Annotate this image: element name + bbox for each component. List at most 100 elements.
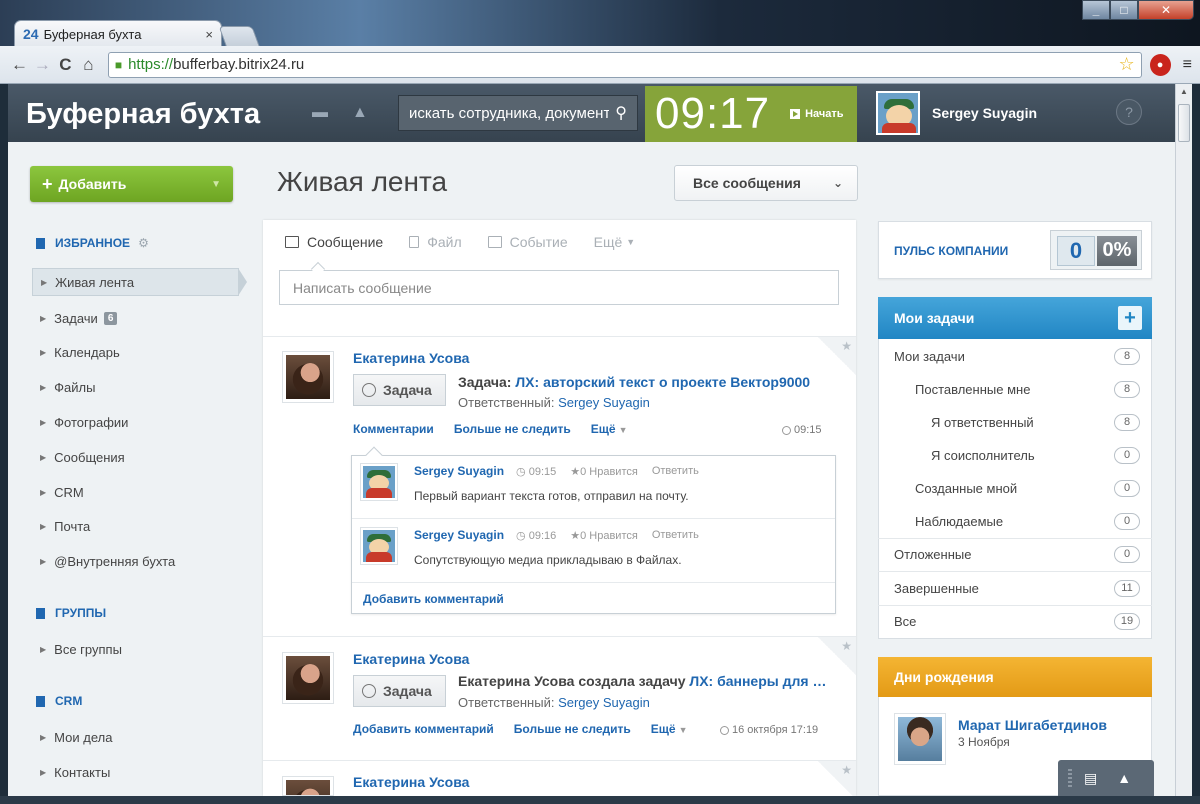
drag-handle[interactable] xyxy=(1068,769,1072,787)
feed-filter-dropdown[interactable]: Все сообщения ⌄ xyxy=(674,165,858,201)
like-button[interactable]: ★0 Нравится xyxy=(570,529,638,542)
post-author[interactable]: Екатерина Усова xyxy=(353,651,469,667)
home-icon[interactable]: ⌂ xyxy=(77,55,100,75)
favorite-star-icon[interactable]: ★ xyxy=(841,339,852,353)
sidebar-item-messages[interactable]: ▶ Сообщения xyxy=(32,443,232,471)
tab-more[interactable]: Ещё ▼ xyxy=(594,234,636,250)
birthday-avatar[interactable] xyxy=(894,713,946,765)
task-chip[interactable]: Задача xyxy=(353,675,446,707)
add-button[interactable]: + Добавить ▼ xyxy=(30,166,233,202)
favorite-star-icon[interactable]: ★ xyxy=(841,763,852,777)
tab-close-icon[interactable]: × xyxy=(205,27,213,42)
scroll-thumb[interactable] xyxy=(1178,104,1190,142)
task-filter-row[interactable]: Наблюдаемые 0 xyxy=(878,505,1152,538)
task-filter-row[interactable]: Мои задачи 8 xyxy=(878,340,1152,373)
task-link[interactable]: ЛХ: баннеры для … xyxy=(689,673,826,689)
chat-icon[interactable]: ▬ xyxy=(312,104,328,122)
groups-title[interactable]: ГРУППЫ xyxy=(36,606,106,620)
more-link[interactable]: Ещё ▼ xyxy=(591,422,628,436)
task-filter-row[interactable]: Все 19 xyxy=(878,605,1152,638)
add-comment-link[interactable]: Добавить комментарий xyxy=(353,722,494,736)
extension-icon[interactable]: ● xyxy=(1149,53,1171,76)
bookmark-star-icon[interactable]: ☆ xyxy=(1118,54,1134,75)
responsible-link[interactable]: Sergey Suyagin xyxy=(558,695,650,710)
comment-avatar[interactable] xyxy=(360,527,398,565)
messenger-bar[interactable]: ▤ ▲ xyxy=(1058,760,1154,796)
comment-avatar[interactable] xyxy=(360,463,398,501)
sidebar-item-contacts[interactable]: ▶ Контакты xyxy=(32,758,232,786)
unfollow-link[interactable]: Больше не следить xyxy=(514,722,631,736)
sidebar-item-photos[interactable]: ▶ Фотографии xyxy=(32,408,232,436)
url-scheme: https:// xyxy=(128,56,174,73)
comment-author[interactable]: Sergey Suyagin xyxy=(414,464,504,478)
vertical-scrollbar[interactable]: ▲ xyxy=(1175,84,1192,796)
post-author[interactable]: Екатерина Усова xyxy=(353,774,469,790)
sidebar-item-tasks[interactable]: ▶ Задачи 6 xyxy=(32,304,232,332)
post-author[interactable]: Екатерина Усова xyxy=(353,350,469,366)
comment-author[interactable]: Sergey Suyagin xyxy=(414,528,504,542)
author-avatar[interactable] xyxy=(282,351,334,403)
reload-icon[interactable]: C xyxy=(54,55,77,75)
maximize-button[interactable]: □ xyxy=(1110,0,1138,20)
task-filter-row[interactable]: Завершенные 11 xyxy=(878,572,1152,605)
task-link[interactable]: ЛХ: авторский текст о проекте Вектор9000 xyxy=(515,374,810,390)
sidebar-item-files[interactable]: ▶ Файлы xyxy=(32,373,232,401)
comments-link[interactable]: Комментарии xyxy=(353,422,434,436)
author-avatar[interactable] xyxy=(282,776,334,796)
reply-link[interactable]: Ответить xyxy=(652,465,699,477)
minimize-button[interactable]: _ xyxy=(1082,0,1110,20)
search-input[interactable]: искать сотрудника, документ ⚲ xyxy=(398,95,638,131)
tab-message[interactable]: Сообщение xyxy=(285,234,383,250)
arrow-right-icon: ▶ xyxy=(40,644,47,654)
add-task-button[interactable]: + xyxy=(1118,306,1142,330)
task-filter-row[interactable]: Я ответственный 8 xyxy=(878,406,1152,439)
birthdays-title[interactable]: Дни рождения xyxy=(878,657,1152,697)
sidebar-item-mail[interactable]: ▶ Почта xyxy=(32,512,232,540)
start-day-button[interactable]: Начать xyxy=(790,108,844,120)
task-filter-row[interactable]: Поставленные мне 8 xyxy=(878,373,1152,406)
sidebar-item-crm[interactable]: ▶ CRM xyxy=(32,478,232,506)
chat-icon[interactable]: ▤ xyxy=(1084,770,1097,787)
unfollow-link[interactable]: Больше не следить xyxy=(454,422,571,436)
portal-title[interactable]: Буферная бухта xyxy=(26,98,284,131)
responsible-link[interactable]: Sergey Suyagin xyxy=(558,395,650,410)
company-pulse[interactable]: ПУЛЬС КОМПАНИИ 0 0% xyxy=(878,221,1152,279)
new-tab-button[interactable] xyxy=(218,26,260,46)
sidebar-item-my-activities[interactable]: ▶ Мои дела xyxy=(32,723,232,751)
sidebar-item-internal-bay[interactable]: ▶ @Внутренняя бухта xyxy=(32,547,232,575)
notification-bell-icon[interactable]: ▲ xyxy=(1117,770,1131,786)
help-icon[interactable]: ? xyxy=(1116,99,1142,125)
sidebar-item-all-groups[interactable]: ▶ Все группы xyxy=(32,635,232,663)
task-filter-row[interactable]: Созданные мной 0 xyxy=(878,472,1152,505)
task-filter-row[interactable]: Отложенные 0 xyxy=(878,538,1152,571)
close-window-button[interactable]: ✕ xyxy=(1138,0,1194,20)
more-link[interactable]: Ещё ▼ xyxy=(651,722,688,736)
chevron-down-icon: ▼ xyxy=(626,237,636,247)
scroll-up-icon[interactable]: ▲ xyxy=(1176,84,1192,100)
back-icon[interactable]: ← xyxy=(8,55,31,75)
crm-title[interactable]: CRM xyxy=(36,694,82,708)
search-icon[interactable]: ⚲ xyxy=(615,103,627,123)
forward-icon[interactable]: → xyxy=(31,55,54,75)
add-comment-link[interactable]: Добавить комментарий xyxy=(363,592,504,606)
user-menu[interactable]: Sergey Suyagin xyxy=(876,91,1037,135)
reply-link[interactable]: Ответить xyxy=(652,529,699,541)
birthday-person[interactable]: Марат Шигабетдинов xyxy=(958,717,1107,733)
tab-file[interactable]: Файл xyxy=(409,234,462,250)
like-button[interactable]: ★0 Нравится xyxy=(570,465,638,478)
task-chip[interactable]: Задача xyxy=(353,374,446,406)
notification-bell-icon[interactable]: ▲ xyxy=(352,104,368,122)
my-tasks-title[interactable]: Мои задачи xyxy=(878,297,1152,339)
browser-menu-icon[interactable]: ≡ xyxy=(1183,56,1192,74)
tab-event[interactable]: Событие xyxy=(487,234,568,250)
sidebar-item-calendar[interactable]: ▶ Календарь xyxy=(32,338,232,366)
browser-tab[interactable]: 24 Буферная бухта × xyxy=(14,20,222,47)
task-filter-row[interactable]: Я соисполнитель 0 xyxy=(878,439,1152,472)
favorite-star-icon[interactable]: ★ xyxy=(841,639,852,653)
sidebar-item-feed[interactable]: ▶ Живая лента xyxy=(32,268,247,296)
address-bar[interactable]: ■ https:// bufferbay.bitrix24.ru ☆ xyxy=(107,51,1142,78)
favorites-title[interactable]: ИЗБРАННОЕ ⚙ xyxy=(36,236,149,250)
gear-icon[interactable]: ⚙ xyxy=(138,236,149,250)
message-input[interactable]: Написать сообщение xyxy=(279,270,839,305)
author-avatar[interactable] xyxy=(282,652,334,704)
